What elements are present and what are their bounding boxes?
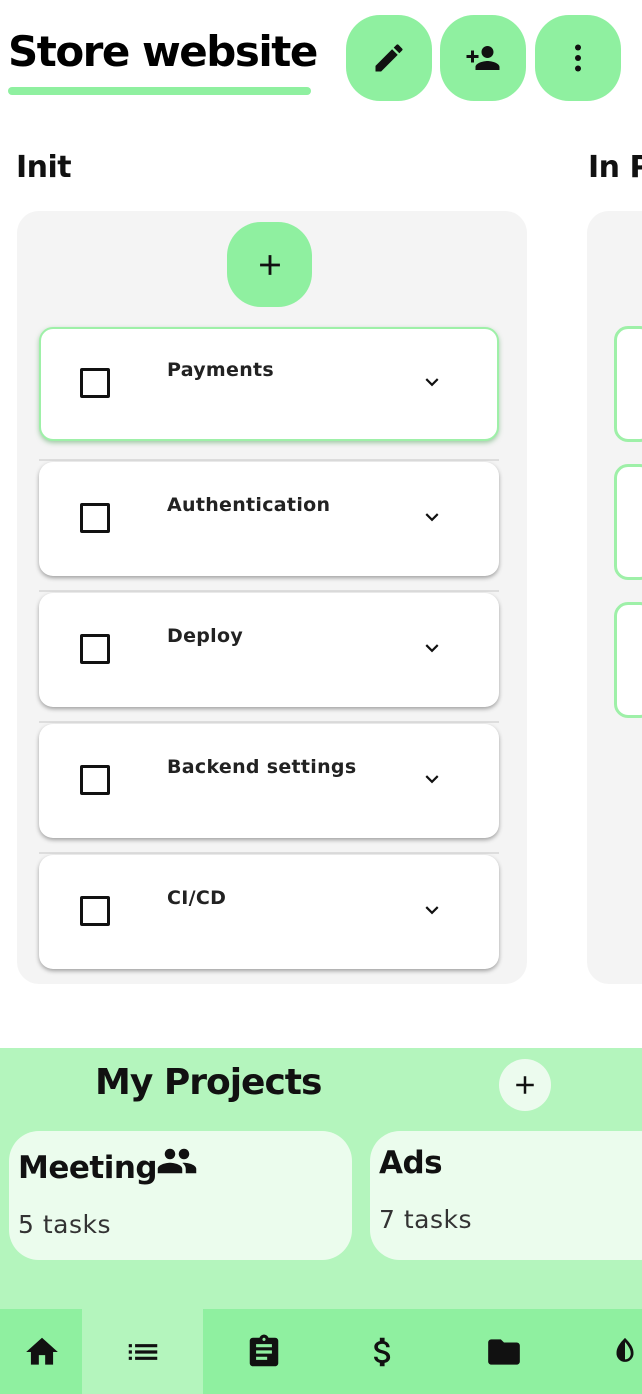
task-card[interactable]: Backend settings — [39, 724, 499, 838]
person-add-icon — [466, 46, 500, 70]
task-card[interactable]: CI/CD — [39, 855, 499, 969]
project-name: Ads — [379, 1145, 443, 1181]
add-project-button[interactable] — [499, 1059, 551, 1111]
task-divider — [39, 721, 499, 723]
chevron-down-icon[interactable] — [419, 897, 445, 923]
clipboard-icon — [249, 1334, 278, 1366]
edit-button[interactable] — [346, 15, 432, 101]
project-task-count: 5 tasks — [18, 1210, 112, 1239]
task-label: CI/CD — [167, 887, 227, 909]
chevron-down-icon[interactable] — [419, 766, 445, 792]
dollar-icon — [373, 1337, 390, 1366]
project-task-count: 7 tasks — [379, 1205, 473, 1234]
task-label: Backend settings — [167, 756, 357, 778]
add-member-button[interactable] — [440, 15, 526, 101]
projects-title: My Projects — [95, 1062, 322, 1103]
title-underline — [8, 87, 311, 95]
more-options-button[interactable] — [535, 15, 621, 101]
nav-home[interactable] — [0, 1309, 82, 1394]
task-label: Deploy — [167, 625, 244, 647]
plus-icon — [259, 254, 280, 275]
project-name: Meeting — [18, 1150, 158, 1186]
contrast-icon — [616, 1337, 634, 1362]
task-label: Authentication — [167, 494, 331, 516]
task-checkbox[interactable] — [80, 765, 110, 795]
nav-tasks[interactable] — [203, 1309, 324, 1394]
nav-list[interactable] — [82, 1309, 203, 1394]
project-title: Store website — [8, 27, 318, 76]
nav-budget[interactable] — [322, 1309, 443, 1394]
home-icon — [25, 1337, 58, 1365]
nav-files[interactable] — [443, 1309, 564, 1394]
task-card-partial[interactable] — [614, 464, 642, 580]
task-divider — [39, 459, 499, 461]
task-checkbox[interactable] — [80, 634, 110, 664]
task-divider — [39, 852, 499, 854]
task-checkbox[interactable] — [80, 503, 110, 533]
task-card-partial[interactable] — [614, 602, 642, 718]
task-divider — [39, 590, 499, 592]
task-card[interactable]: Authentication — [39, 462, 499, 576]
folder-icon — [487, 1338, 520, 1365]
task-checkbox[interactable] — [80, 368, 110, 398]
pencil-icon — [375, 44, 403, 72]
task-label: Payments — [167, 359, 275, 381]
list-icon — [128, 1343, 157, 1360]
chevron-down-icon[interactable] — [419, 369, 445, 395]
chevron-down-icon[interactable] — [419, 504, 445, 530]
add-task-button[interactable] — [227, 222, 312, 307]
column-title-init: Init — [16, 150, 72, 185]
more-vert-icon — [575, 44, 581, 72]
nav-theme[interactable] — [564, 1309, 642, 1394]
column-title-in-progress: In P — [588, 150, 642, 185]
task-checkbox[interactable] — [80, 896, 110, 926]
task-card[interactable]: Payments — [39, 327, 499, 441]
task-card[interactable]: Deploy — [39, 593, 499, 707]
task-card-partial[interactable] — [614, 326, 642, 442]
plus-icon — [516, 1076, 534, 1094]
group-icon — [157, 1148, 197, 1174]
chevron-down-icon[interactable] — [419, 635, 445, 661]
